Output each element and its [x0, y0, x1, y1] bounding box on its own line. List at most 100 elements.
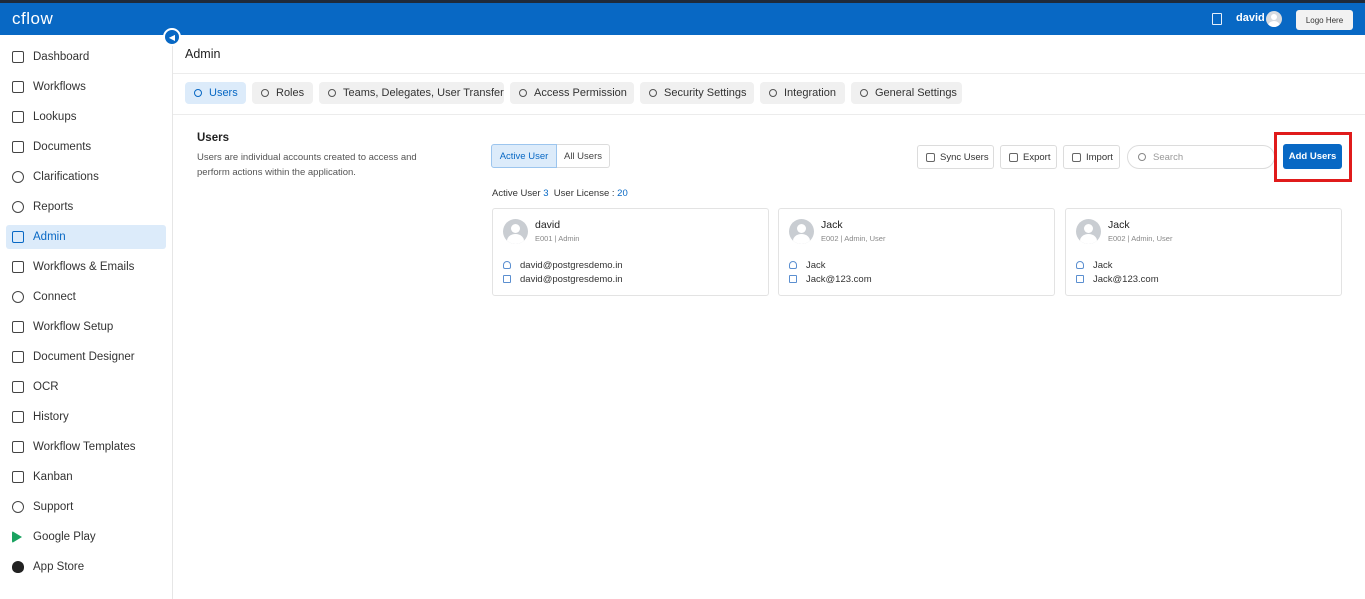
ocr-scan-icon — [12, 381, 24, 393]
search-input[interactable] — [1153, 151, 1263, 163]
admin-icon — [12, 231, 24, 243]
sidebar-item-label: Clarifications — [33, 171, 99, 183]
sidebar-item-ocr[interactable]: OCR — [6, 375, 166, 399]
mail-icon — [12, 261, 24, 273]
user-card[interactable]: Jack E002 | Admin, User Jack Jack@123.co… — [1065, 208, 1342, 296]
roles-icon — [261, 89, 269, 97]
user-role: E002 | Admin, User — [821, 234, 886, 243]
sidebar-item-connect[interactable]: Connect — [6, 285, 166, 309]
sidebar-item-workflows[interactable]: Workflows — [6, 75, 166, 99]
sidebar-item-label: Reports — [33, 201, 74, 213]
sidebar-item-label: Documents — [33, 141, 92, 153]
sidebar-item-label: App Store — [33, 561, 85, 573]
user-license-label: User License : — [553, 188, 615, 199]
username-row: Jack — [1076, 259, 1113, 271]
download-icon — [1072, 152, 1081, 162]
add-users-button[interactable]: Add Users — [1283, 144, 1342, 169]
sidebar-item-google-play[interactable]: Google Play — [6, 525, 166, 549]
tab-integration[interactable]: Integration — [760, 82, 845, 104]
button-label: Export — [1023, 151, 1051, 163]
active-user-toggle[interactable]: Active User — [491, 144, 557, 168]
user-icon — [194, 89, 202, 97]
active-user-count: 3 — [543, 188, 549, 199]
mail-icon — [789, 275, 797, 283]
tab-label: Users — [209, 87, 238, 99]
sidebar-item-document-designer[interactable]: Document Designer — [6, 345, 166, 369]
gear-icon — [860, 89, 868, 97]
kanban-icon — [12, 471, 24, 483]
user-name: Jack — [1108, 219, 1130, 231]
sidebar-item-label: Dashboard — [33, 51, 90, 63]
sidebar-item-clarifications[interactable]: Clarifications — [6, 165, 166, 189]
section-title: Users — [197, 132, 229, 144]
cflow-logo[interactable]: cflow — [12, 9, 53, 29]
tab-users[interactable]: Users — [185, 82, 246, 104]
export-button[interactable]: Export — [1000, 145, 1057, 169]
google-play-icon — [12, 531, 22, 543]
tab-teams-delegates[interactable]: Teams, Delegates, User Transfer — [319, 82, 504, 104]
email: david@postgresdemo.in — [520, 273, 623, 285]
header-user-name[interactable]: david — [1236, 12, 1265, 24]
tab-access-permission[interactable]: Access Permission — [510, 82, 634, 104]
sidebar-item-reports[interactable]: Reports — [6, 195, 166, 219]
sidebar-item-workflows-emails[interactable]: Workflows & Emails — [6, 255, 166, 279]
sidebar-item-lookups[interactable]: Lookups — [6, 105, 166, 129]
sidebar-item-history[interactable]: History — [6, 405, 166, 429]
lookups-icon — [12, 111, 24, 123]
sidebar: Dashboard Workflows Lookups Documents Cl… — [0, 35, 173, 599]
email: Jack@123.com — [1093, 273, 1159, 285]
button-label: Import — [1086, 151, 1113, 163]
user-icon — [1076, 261, 1084, 269]
mail-icon — [1076, 275, 1084, 283]
clarifications-icon — [12, 171, 24, 183]
email-row: Jack@123.com — [789, 273, 872, 285]
sidebar-item-dashboard[interactable]: Dashboard — [6, 45, 166, 69]
document-edit-icon — [12, 351, 24, 363]
button-label: Sync Users — [940, 151, 989, 163]
all-users-toggle[interactable]: All Users — [557, 144, 610, 168]
tab-label: Security Settings — [664, 87, 747, 99]
sidebar-item-workflow-setup[interactable]: Workflow Setup — [6, 315, 166, 339]
user-stats: Active User 3 User License : 20 — [492, 188, 628, 199]
tab-label: Teams, Delegates, User Transfer — [343, 87, 504, 99]
sidebar-item-label: Workflow Setup — [33, 321, 114, 333]
sidebar-item-support[interactable]: Support — [6, 495, 166, 519]
import-button[interactable]: Import — [1063, 145, 1120, 169]
search-box — [1127, 145, 1275, 169]
user-card[interactable]: Jack E002 | Admin, User Jack Jack@123.co… — [778, 208, 1055, 296]
document-icon[interactable] — [1212, 13, 1222, 25]
tab-label: Integration — [784, 87, 836, 99]
user-card[interactable]: david E001 | Admin david@postgresdemo.in… — [492, 208, 769, 296]
sidebar-item-label: Document Designer — [33, 351, 135, 363]
sidebar-item-admin[interactable]: Admin — [6, 225, 166, 249]
sidebar-item-kanban[interactable]: Kanban — [6, 465, 166, 489]
sync-icon — [926, 152, 935, 162]
username-row: Jack — [789, 259, 826, 271]
username-row: david@postgresdemo.in — [503, 259, 623, 271]
user-avatar[interactable] — [1266, 11, 1282, 27]
sidebar-item-label: Lookups — [33, 111, 77, 123]
integration-icon — [769, 89, 777, 97]
tab-label: Roles — [276, 87, 305, 99]
logo-placeholder-button[interactable]: Logo Here — [1296, 10, 1353, 30]
email-row: david@postgresdemo.in — [503, 273, 623, 285]
lock-icon — [649, 89, 657, 97]
tab-roles[interactable]: Roles — [252, 82, 313, 104]
templates-icon — [12, 441, 24, 453]
documents-icon — [12, 141, 24, 153]
user-name: david — [535, 219, 561, 231]
sidebar-item-label: Workflows — [33, 81, 86, 93]
sidebar-item-label: Workflow Templates — [33, 441, 136, 453]
connect-icon — [12, 291, 24, 303]
username: Jack — [1093, 259, 1113, 271]
sidebar-item-app-store[interactable]: App Store — [6, 555, 166, 579]
tab-security-settings[interactable]: Security Settings — [640, 82, 754, 104]
sync-users-button[interactable]: Sync Users — [917, 145, 994, 169]
avatar — [503, 219, 528, 244]
user-role: E002 | Admin, User — [1108, 234, 1173, 243]
sidebar-collapse-button[interactable]: ◀ — [163, 28, 181, 46]
sidebar-item-documents[interactable]: Documents — [6, 135, 166, 159]
sidebar-item-workflow-templates[interactable]: Workflow Templates — [6, 435, 166, 459]
tab-general-settings[interactable]: General Settings — [851, 82, 962, 104]
support-icon — [12, 501, 24, 513]
